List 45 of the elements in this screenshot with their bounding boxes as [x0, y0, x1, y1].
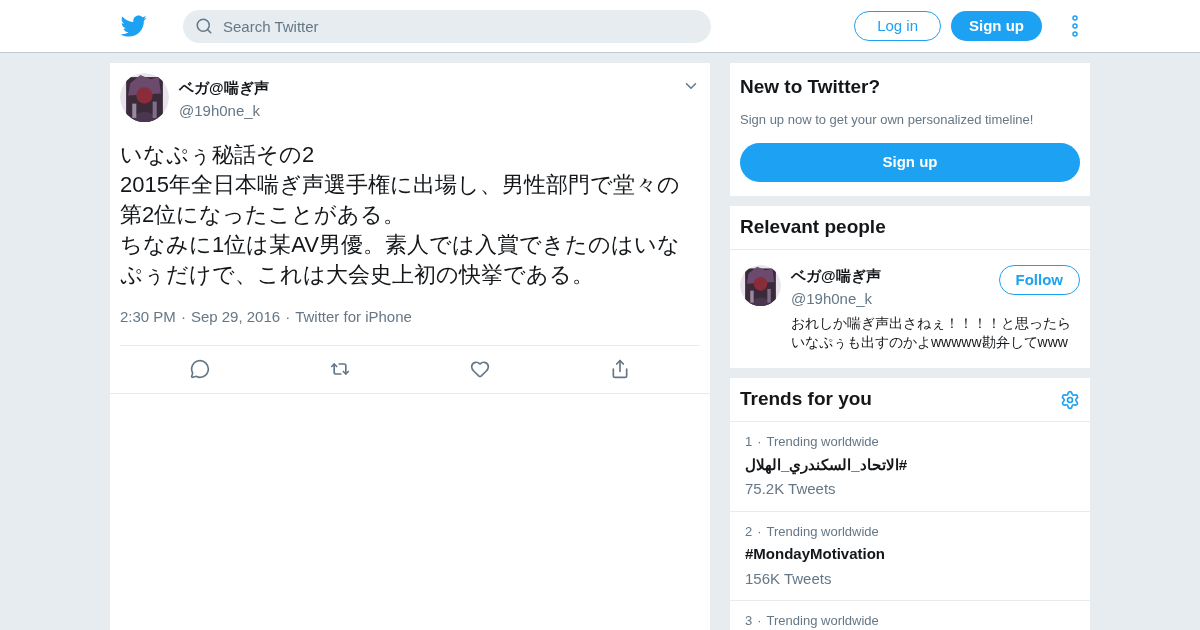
- bird-logo-icon[interactable]: [121, 13, 147, 39]
- trend-name[interactable]: #MondayMotivation: [745, 543, 885, 566]
- tweet-meta: Sep 29, 2016: [190, 307, 281, 327]
- dot-separator: ·: [757, 612, 762, 630]
- tweet-count: 156K Tweets: [745, 568, 833, 589]
- card-subtitle: Sign up now to get your own personalized timeline!: [740, 110, 1035, 129]
- tweet-count: 75.2K Tweets: [745, 479, 837, 499]
- card-title: Relevant people: [730, 206, 1090, 250]
- tweet-text: ちなみに1位は某AV男優。素人では入賞できたのはいなぷぅだけで、これは大会史上初の快挙である。: [120, 231, 681, 289]
- trend-rank: 1: [745, 433, 753, 451]
- tweet-meta: 2:30 PM: [120, 307, 176, 327]
- trend-rank: 2: [745, 522, 753, 541]
- trend-context: Trending worldwide: [766, 522, 879, 541]
- tweet-text: いなぷぅ秘話その2: [120, 141, 316, 169]
- trend-name[interactable]: #الاتحاد_السكندري_الهلال: [745, 453, 908, 476]
- signup-button[interactable]: Sign up: [740, 143, 1080, 182]
- user-name[interactable]: ベガ@喘ぎ声: [179, 77, 269, 100]
- search-field[interactable]: Search Twitter: [183, 9, 711, 43]
- trend-context: Trending worldwide: [766, 433, 879, 451]
- card-title: Trends for you: [740, 387, 872, 412]
- dot-separator: ·: [285, 307, 291, 327]
- settings-icon[interactable]: [1060, 389, 1080, 410]
- signup-button[interactable]: Sign up: [951, 11, 1042, 41]
- reply-icon[interactable]: [190, 359, 210, 379]
- tweet-meta[interactable]: Twitter for iPhone: [295, 306, 412, 329]
- avatar[interactable]: [740, 265, 781, 306]
- user-handle[interactable]: @19h0ne_k: [179, 99, 269, 122]
- avatar[interactable]: [120, 73, 169, 122]
- trend-context: Trending worldwide: [766, 612, 879, 630]
- more-icon[interactable]: [1072, 15, 1078, 37]
- trend-item[interactable]: 3 · Trending worldwide: [730, 601, 1090, 630]
- trend-rank: 3: [745, 612, 753, 630]
- dot-separator: ·: [757, 522, 762, 541]
- dot-separator: ·: [757, 433, 762, 451]
- dot-separator: ·: [180, 307, 186, 327]
- like-icon[interactable]: [470, 359, 490, 379]
- user-name[interactable]: ベガ@喘ぎ声: [791, 265, 881, 288]
- login-button[interactable]: Log in: [854, 11, 941, 41]
- tweet-text: 2015年全日本喘ぎ声選手権に出場し、男性部門で堂々の第2位になったことがある。: [120, 171, 681, 229]
- trend-item[interactable]: 2 · Trending worldwide #MondayMotivation 156K Tweets: [730, 511, 1090, 601]
- user-bio: おれしか喘ぎ声出さねぇ！！！！と思ったらいなぷぅも出すのかよwwwww勘弁してwww: [791, 314, 1072, 352]
- search-icon: [195, 16, 213, 35]
- card-title: New to Twitter?: [740, 75, 882, 99]
- share-icon[interactable]: [610, 359, 630, 379]
- user-handle[interactable]: @19h0ne_k: [791, 287, 881, 310]
